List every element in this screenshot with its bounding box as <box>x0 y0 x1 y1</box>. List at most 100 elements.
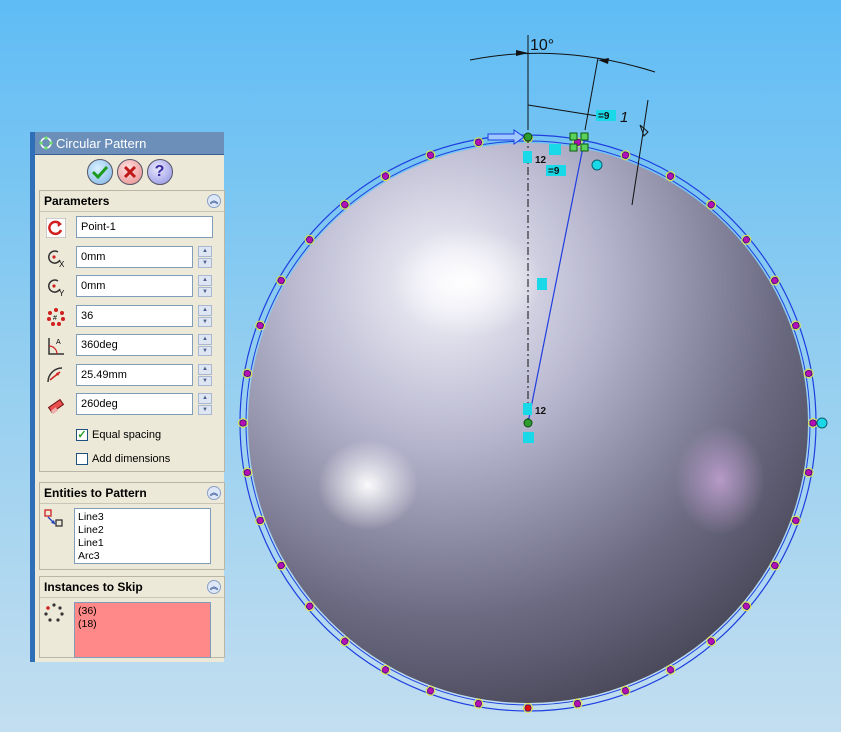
entity-list-item[interactable]: Line3 <box>78 511 207 524</box>
endpoint-handle-1[interactable] <box>569 132 578 141</box>
equal-spacing-label: Equal spacing <box>92 429 162 441</box>
pattern-instance-point[interactable] <box>805 370 813 378</box>
angle-row: ▲▼ <box>42 392 222 416</box>
pattern-instance-point[interactable] <box>243 468 251 476</box>
pattern-instance-point[interactable] <box>771 561 779 569</box>
pattern-instance-point[interactable] <box>381 172 389 180</box>
chevron-up-icon[interactable]: ︽ <box>207 486 221 500</box>
pattern-instance-point[interactable] <box>621 151 629 159</box>
relation-tag-coradial-right[interactable] <box>816 417 828 429</box>
pattern-instance-point[interactable] <box>742 236 750 244</box>
circular-pattern-icon <box>39 136 53 150</box>
help-button[interactable]: ? <box>146 159 173 185</box>
relation-tag-coincident[interactable] <box>523 432 534 443</box>
reverse-direction-icon[interactable] <box>46 218 66 238</box>
sketch-entities-icon <box>44 509 63 527</box>
center-y-field[interactable] <box>76 275 193 297</box>
equal-spacing-checkbox[interactable]: ✓ Equal spacing <box>76 427 161 443</box>
sphere-highlight-right <box>675 425 765 535</box>
pattern-instance-point[interactable] <box>475 138 483 146</box>
pattern-instance-point[interactable] <box>475 700 483 708</box>
instances-spinner[interactable]: ▲ ▼ <box>198 305 212 327</box>
pattern-instance-point[interactable] <box>277 276 285 284</box>
top-sketch-point[interactable] <box>523 132 533 142</box>
pattern-instance-point[interactable] <box>243 370 251 378</box>
cancel-button[interactable] <box>116 159 143 185</box>
endpoint-handle-2[interactable] <box>580 132 589 141</box>
parameters-header[interactable]: Parameters ︽ <box>40 191 224 212</box>
radius-icon <box>47 367 63 383</box>
pattern-instance-point[interactable] <box>573 700 581 708</box>
pattern-instance-point[interactable] <box>239 419 247 427</box>
angle-field[interactable] <box>76 393 193 415</box>
chevron-up-icon[interactable]: ︽ <box>207 580 221 594</box>
svg-text:#: # <box>53 315 57 322</box>
relation-tag-equal-mid[interactable]: =9 <box>546 165 566 177</box>
skip-instances-listbox[interactable]: (36) (18) <box>74 602 211 658</box>
ok-button[interactable] <box>86 159 113 185</box>
pattern-instance-point[interactable] <box>666 172 674 180</box>
relation-tag-perpendicular[interactable] <box>549 144 561 155</box>
center-x-row: X ▲▼ <box>42 245 222 269</box>
center-point-field[interactable] <box>76 216 213 238</box>
add-dimensions-checkbox[interactable]: Add dimensions <box>76 451 170 467</box>
center-x-spinner[interactable]: ▲ ▼ <box>198 246 212 268</box>
total-angle-field[interactable] <box>76 334 193 356</box>
entities-listbox[interactable]: Line3 Line2 Line1 Arc3 <box>74 508 211 564</box>
pattern-instance-point[interactable] <box>381 666 389 674</box>
center-x-field[interactable] <box>76 246 193 268</box>
center-y-spinner[interactable]: ▲ ▼ <box>198 275 212 297</box>
relation-tag-vertical-center[interactable]: 12 <box>523 403 547 417</box>
pattern-instance-point[interactable] <box>621 687 629 695</box>
pattern-instance-point[interactable] <box>306 236 314 244</box>
pattern-instance-point[interactable] <box>427 151 435 159</box>
pattern-instance-point[interactable] <box>707 201 715 209</box>
pattern-instance-point[interactable] <box>666 666 674 674</box>
relation-tag-coradial[interactable] <box>591 159 603 171</box>
center-point[interactable] <box>523 418 533 428</box>
relation-tag-line[interactable] <box>537 278 547 290</box>
action-buttons: ? <box>35 155 224 189</box>
pattern-instance-point[interactable] <box>809 419 817 427</box>
svg-text:Y: Y <box>59 289 65 297</box>
entity-list-item[interactable]: Line2 <box>78 524 207 537</box>
total-angle-spinner[interactable]: ▲ ▼ <box>198 334 212 356</box>
skipped-instance-point[interactable] <box>524 704 532 712</box>
pattern-instance-point[interactable] <box>341 201 349 209</box>
pattern-instance-point[interactable] <box>771 276 779 284</box>
entity-list-item[interactable]: Arc3 <box>78 550 207 563</box>
parameters-group: Parameters ︽ X ▲▼ Y ▲▼ # ▲▼ A ▲▼ <box>39 190 225 472</box>
pattern-instance-point[interactable] <box>427 687 435 695</box>
add-dimensions-check[interactable] <box>76 453 88 465</box>
endpoint-handle-3[interactable] <box>569 143 578 152</box>
radius-field[interactable] <box>76 364 193 386</box>
skip-list-item[interactable]: (18) <box>78 618 207 631</box>
pattern-instance-point[interactable] <box>341 637 349 645</box>
pattern-instance-point[interactable] <box>256 516 264 524</box>
radius-spinner[interactable]: ▲ ▼ <box>198 364 212 386</box>
entities-header[interactable]: Entities to Pattern ︽ <box>40 483 224 504</box>
equal-spacing-check[interactable]: ✓ <box>76 429 88 441</box>
pattern-instance-point[interactable] <box>805 468 813 476</box>
pattern-instance-point[interactable] <box>742 602 750 610</box>
question-mark-icon: ? <box>154 163 165 180</box>
skip-header[interactable]: Instances to Skip ︽ <box>40 577 224 598</box>
pattern-instance-point[interactable] <box>707 637 715 645</box>
instances-field[interactable] <box>76 305 193 327</box>
pattern-instance-point[interactable] <box>306 602 314 610</box>
pattern-instance-point[interactable] <box>792 516 800 524</box>
chevron-up-icon[interactable]: ︽ <box>207 194 221 208</box>
relation-tag-equal-top[interactable]: =9 <box>596 110 616 122</box>
svg-text:12: 12 <box>535 155 547 166</box>
pattern-instance-point[interactable] <box>792 322 800 330</box>
pattern-instance-point[interactable] <box>277 561 285 569</box>
instances-row: # ▲▼ <box>42 304 222 328</box>
skip-list-item[interactable]: (36) <box>78 605 207 618</box>
angle-spinner[interactable]: ▲ ▼ <box>198 393 212 415</box>
pattern-instance-point[interactable] <box>256 322 264 330</box>
center-y-row: Y ▲▼ <box>42 274 222 298</box>
endpoint-handle-4[interactable] <box>580 143 589 152</box>
panel-title: Circular Pattern <box>56 135 147 151</box>
svg-text:=9: =9 <box>598 111 610 122</box>
entity-list-item[interactable]: Line1 <box>78 537 207 550</box>
